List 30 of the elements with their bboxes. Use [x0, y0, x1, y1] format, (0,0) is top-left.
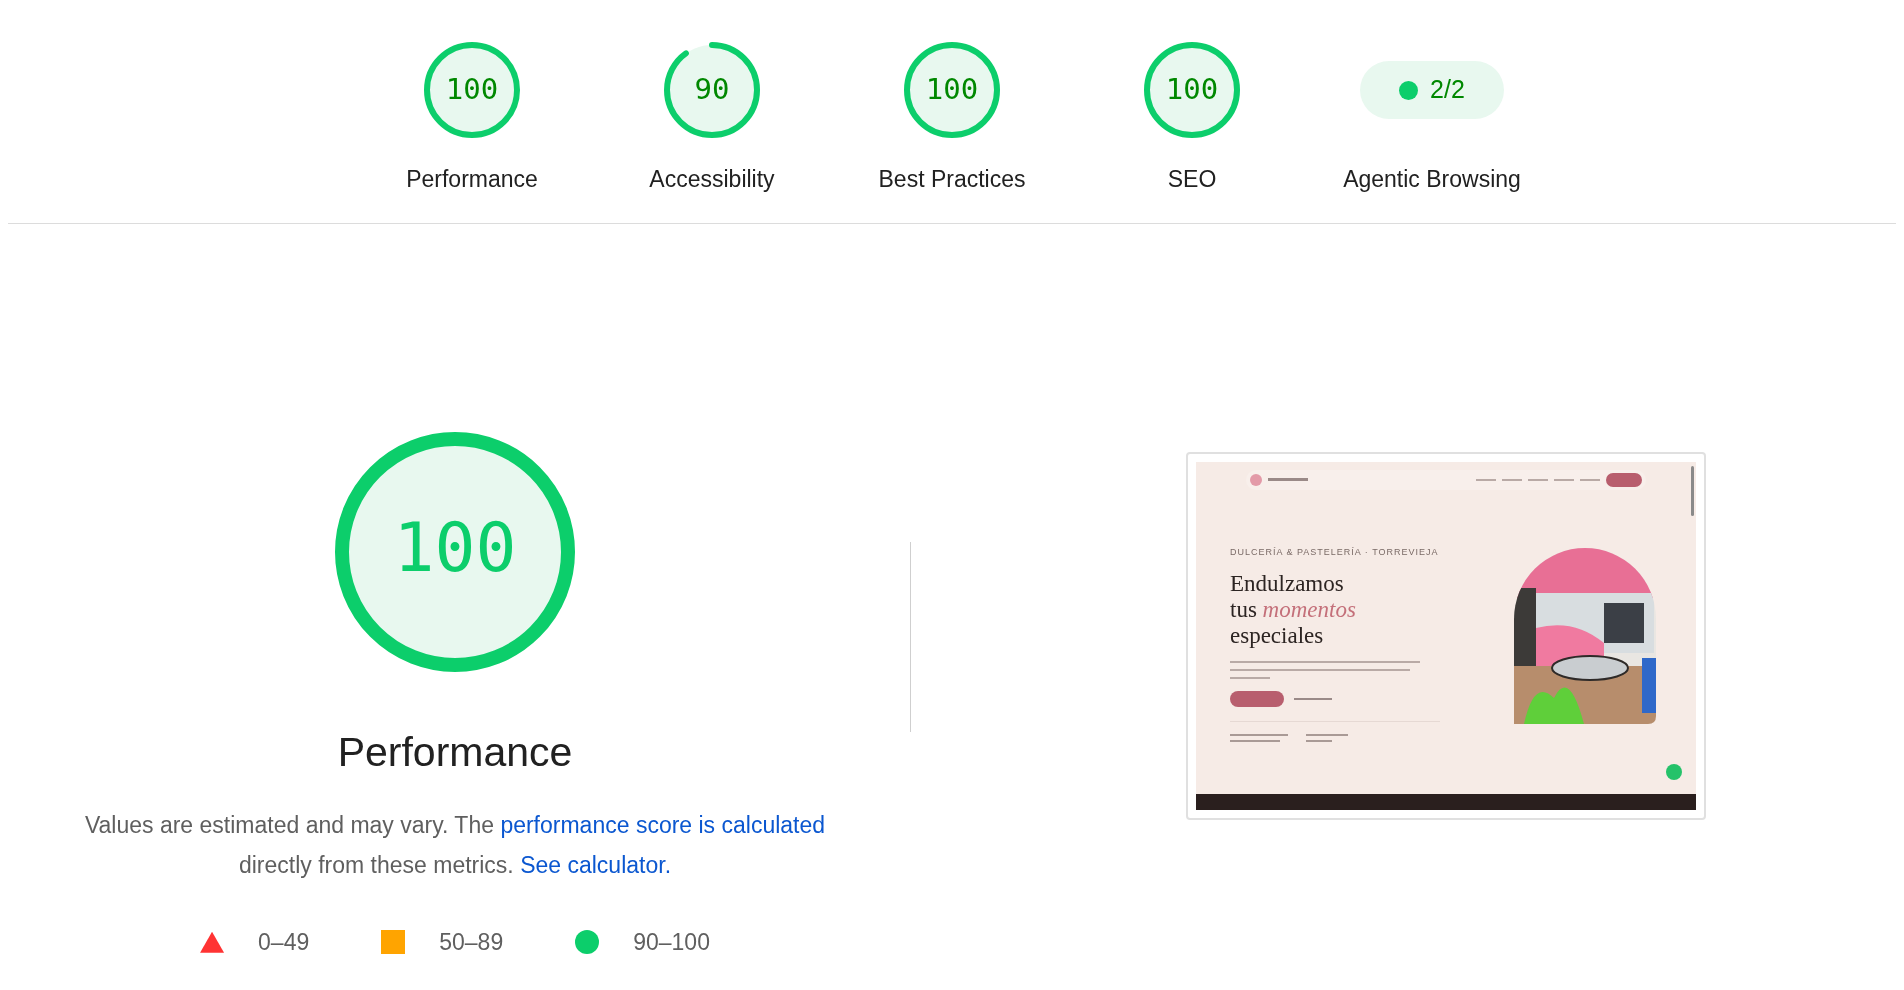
score-value: 90 [694, 71, 730, 109]
score-value: 100 [925, 71, 979, 109]
tagline-text: DULCERÍA & PASTELERÍA · TORREVIEJA [1230, 545, 1439, 559]
text-placeholder [1476, 478, 1496, 481]
category-label[interactable]: Agentic Browsing [1343, 162, 1521, 197]
headline-text: Endulzamos tus momentos especiales [1230, 571, 1357, 649]
category-label[interactable]: Best Practices [878, 162, 1026, 197]
category-label[interactable]: Accessibility [649, 162, 775, 197]
legend-label: 90–100 [633, 928, 710, 957]
legend-label: 0–49 [258, 928, 310, 957]
section-title: Performance [337, 727, 573, 777]
category-label[interactable]: Performance [406, 162, 538, 197]
text-placeholder [1502, 478, 1522, 481]
score-badge: 2/2 [1360, 61, 1504, 119]
scrollbar [1691, 465, 1694, 516]
logo-icon [1250, 473, 1262, 486]
description-text: Values are estimated and may vary. The performance score is calculated directly from these metrics. See calculator. [83, 811, 827, 880]
text-placeholder [1554, 478, 1574, 481]
chat-button[interactable] [1666, 763, 1682, 780]
text-placeholder [1528, 478, 1548, 481]
score-value: 100 [393, 506, 517, 589]
legend-label: 50–89 [439, 928, 504, 957]
text-placeholder [1580, 478, 1600, 481]
text-link[interactable]: performance score is calculated [500, 812, 826, 838]
square-icon [381, 930, 406, 955]
text-placeholder [1268, 478, 1308, 481]
text-link[interactable]: See calculator. [520, 852, 672, 878]
score-value: 100 [445, 71, 499, 109]
score-value: 100 [1165, 71, 1219, 109]
category-label[interactable]: SEO [1167, 162, 1217, 197]
